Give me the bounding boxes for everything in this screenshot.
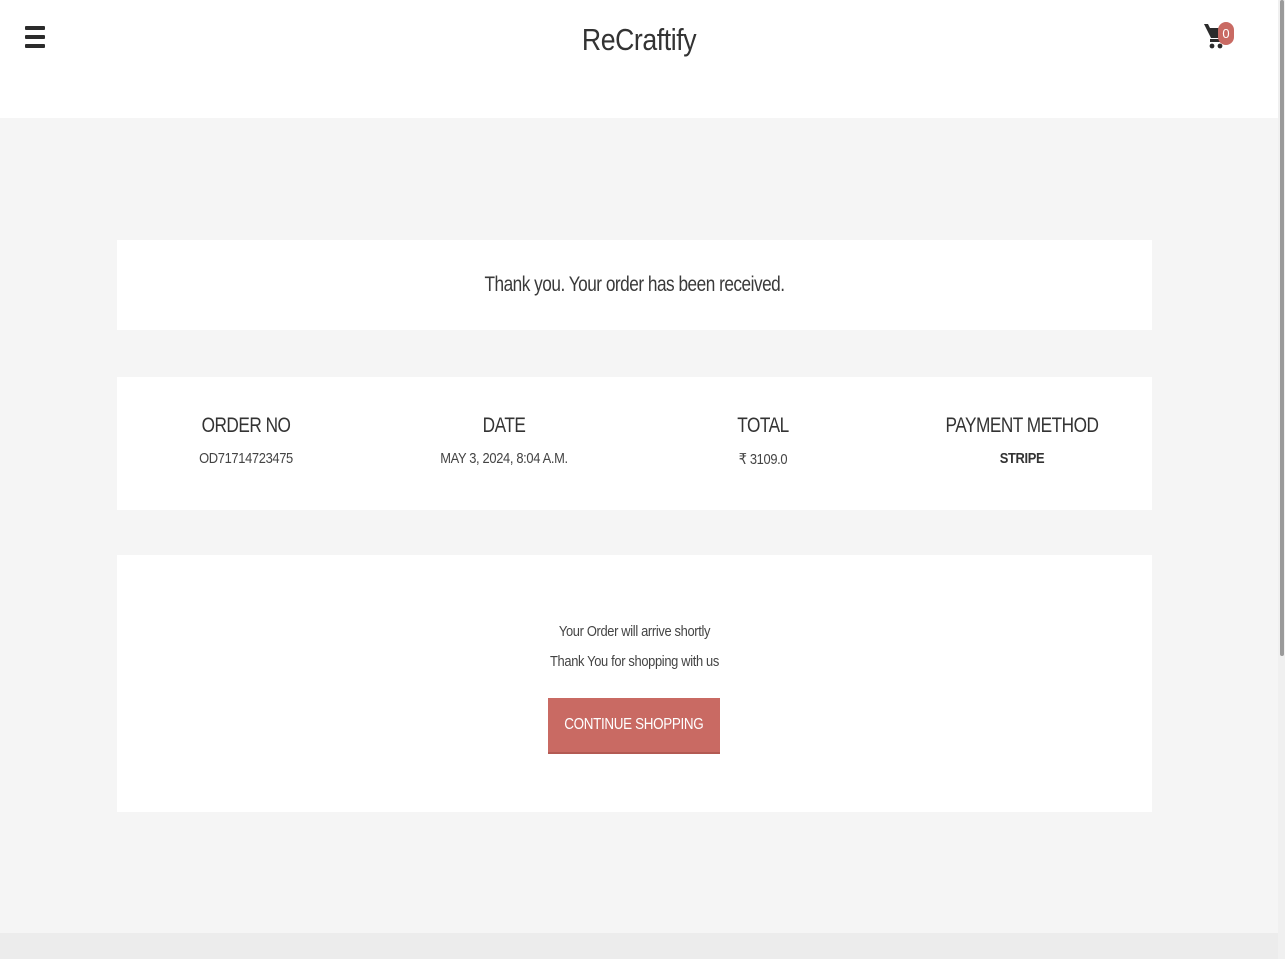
order-summary-panel: ORDER NO OD71714723475 DATE MAY 3, 2024,… (117, 377, 1152, 510)
order-received-message: Thank you. Your order has been received. (484, 273, 785, 296)
payment-method-column: PAYMENT METHOD STRIPE (893, 414, 1151, 467)
cart-button[interactable]: 0 (1203, 14, 1239, 54)
arrival-message: Your Order will arrive shortly (558, 623, 711, 640)
order-confirmation-page: ReCraftify 0 Thank you. Your order has b… (0, 0, 1285, 959)
order-total-value: ₹ 3109.0 (738, 451, 788, 468)
continue-shopping-button[interactable]: CONTINUE SHOPPING (548, 698, 720, 752)
confirmation-panel: Thank you. Your order has been received. (117, 240, 1152, 330)
order-date-label: DATE (482, 414, 526, 437)
order-date-column: DATE MAY 3, 2024, 8:04 A.M. (375, 414, 633, 467)
order-number-label: ORDER NO (201, 414, 291, 437)
payment-method-label: PAYMENT METHOD (945, 414, 1099, 437)
hamburger-menu-icon[interactable] (25, 25, 45, 49)
site-brand[interactable]: ReCraftify (89, 22, 1188, 58)
site-header: ReCraftify 0 (0, 0, 1278, 118)
thanks-shopping-message: Thank You for shopping with us (550, 653, 719, 670)
scrollbar-thumb[interactable] (1280, 0, 1284, 656)
footer-edge (0, 933, 1278, 959)
order-date-value: MAY 3, 2024, 8:04 A.M. (440, 450, 568, 467)
page-scrollbar[interactable] (1278, 0, 1285, 959)
order-number-value: OD71714723475 (199, 450, 293, 467)
shipping-message-panel: Your Order will arrive shortly Thank You… (117, 555, 1152, 812)
payment-method-value: STRIPE (999, 450, 1045, 467)
continue-shopping-label: CONTINUE SHOPPING (564, 716, 704, 733)
cart-count-badge: 0 (1218, 22, 1234, 45)
order-number-column: ORDER NO OD71714723475 (117, 414, 375, 467)
order-total-column: TOTAL ₹ 3109.0 (634, 414, 892, 468)
order-total-label: TOTAL (737, 414, 789, 437)
